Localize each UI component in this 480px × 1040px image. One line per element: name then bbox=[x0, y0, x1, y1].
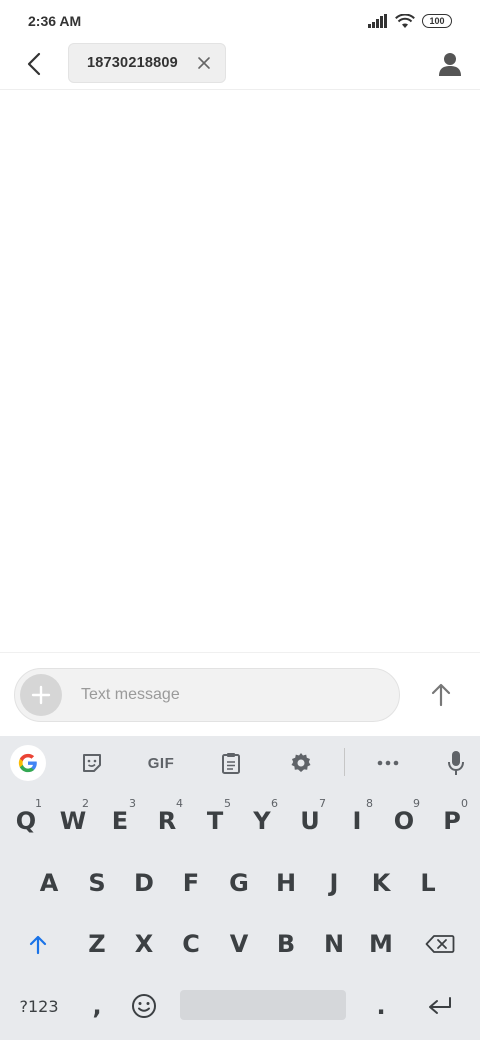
shift-key[interactable] bbox=[16, 918, 60, 970]
back-arrow-icon bbox=[27, 52, 41, 76]
key-m[interactable]: M bbox=[359, 918, 403, 970]
key-i[interactable]: I8 bbox=[335, 795, 379, 847]
key-row-4: ?123 , . bbox=[0, 980, 480, 1032]
key-row-1: Q1 W2 E3 R4 T5 Y6 U7 I8 O9 P0 bbox=[0, 795, 480, 847]
status-bar: 2:36 AM 100 bbox=[0, 0, 480, 42]
wifi-icon bbox=[395, 13, 415, 28]
recipient-chip[interactable]: 18730218809 bbox=[68, 43, 226, 83]
keyboard-toolbar: GIF bbox=[0, 736, 480, 790]
comma-key[interactable]: , bbox=[75, 980, 119, 1032]
key-c[interactable]: C bbox=[169, 918, 213, 970]
emoji-icon bbox=[132, 994, 156, 1018]
key-e[interactable]: E3 bbox=[98, 795, 142, 847]
key-b[interactable]: B bbox=[264, 918, 308, 970]
status-icons: 100 bbox=[368, 13, 452, 29]
key-d[interactable]: D bbox=[122, 857, 166, 909]
key-n[interactable]: N bbox=[312, 918, 356, 970]
key-x[interactable]: X bbox=[122, 918, 166, 970]
key-t[interactable]: T5 bbox=[193, 795, 237, 847]
key-y[interactable]: Y6 bbox=[240, 795, 284, 847]
gif-button[interactable]: GIF bbox=[140, 747, 182, 779]
compose-bar: Text message bbox=[0, 652, 480, 736]
signal-icon bbox=[368, 14, 387, 28]
key-u[interactable]: U7 bbox=[288, 795, 332, 847]
compose-field[interactable]: Text message bbox=[14, 668, 400, 722]
period-key[interactable]: . bbox=[359, 980, 403, 1032]
contact-icon[interactable] bbox=[436, 50, 464, 78]
key-f[interactable]: F bbox=[169, 857, 213, 909]
key-s[interactable]: S bbox=[75, 857, 119, 909]
message-input[interactable]: Text message bbox=[81, 686, 180, 704]
key-g[interactable]: G bbox=[217, 857, 261, 909]
backspace-key[interactable] bbox=[418, 918, 462, 970]
emoji-key[interactable] bbox=[122, 980, 166, 1032]
key-z[interactable]: Z bbox=[75, 918, 119, 970]
key-q[interactable]: Q1 bbox=[4, 795, 48, 847]
key-j[interactable]: J bbox=[312, 857, 356, 909]
google-logo-icon bbox=[18, 753, 37, 773]
remove-recipient-icon[interactable] bbox=[197, 56, 211, 70]
status-time: 2:36 AM bbox=[28, 13, 82, 29]
enter-icon bbox=[429, 997, 451, 1014]
space-bar[interactable] bbox=[180, 990, 346, 1020]
microphone-icon[interactable] bbox=[442, 747, 470, 779]
keyboard: GIF Q 1 W 2 E 3 R 4 T 5 Y 6 U 7 I 8 O 9 … bbox=[0, 736, 480, 1040]
key-w[interactable]: W2 bbox=[51, 795, 95, 847]
settings-gear-icon[interactable] bbox=[286, 747, 316, 779]
backspace-icon bbox=[425, 935, 455, 953]
key-row-3: Z X C V B N M bbox=[0, 918, 480, 970]
gif-label: GIF bbox=[147, 754, 175, 772]
clipboard-icon[interactable] bbox=[216, 747, 246, 779]
battery-level: 100 bbox=[429, 16, 445, 26]
toolbar-divider bbox=[344, 748, 345, 776]
sticker-icon[interactable] bbox=[76, 747, 108, 779]
conversation-header: 18730218809 bbox=[0, 42, 480, 90]
key-r[interactable]: R4 bbox=[145, 795, 189, 847]
back-button[interactable] bbox=[20, 50, 48, 78]
plus-icon bbox=[31, 685, 51, 705]
send-icon[interactable] bbox=[426, 680, 456, 710]
key-v[interactable]: V bbox=[217, 918, 261, 970]
symbols-key[interactable]: ?123 bbox=[14, 980, 64, 1032]
shift-arrow-icon bbox=[29, 935, 47, 955]
message-list bbox=[0, 91, 480, 652]
recipient-number: 18730218809 bbox=[87, 55, 178, 71]
key-row-2: A S D F G H J K L bbox=[0, 857, 480, 909]
enter-key[interactable] bbox=[418, 980, 462, 1032]
key-a[interactable]: A bbox=[27, 857, 71, 909]
key-p[interactable]: P0 bbox=[430, 795, 474, 847]
key-o[interactable]: O9 bbox=[382, 795, 426, 847]
google-icon[interactable] bbox=[10, 745, 46, 781]
attach-button[interactable] bbox=[20, 674, 62, 716]
key-l[interactable]: L bbox=[406, 857, 450, 909]
key-k[interactable]: K bbox=[359, 857, 403, 909]
battery-icon: 100 bbox=[422, 14, 452, 28]
key-h[interactable]: H bbox=[264, 857, 308, 909]
more-options-icon[interactable] bbox=[372, 747, 404, 779]
